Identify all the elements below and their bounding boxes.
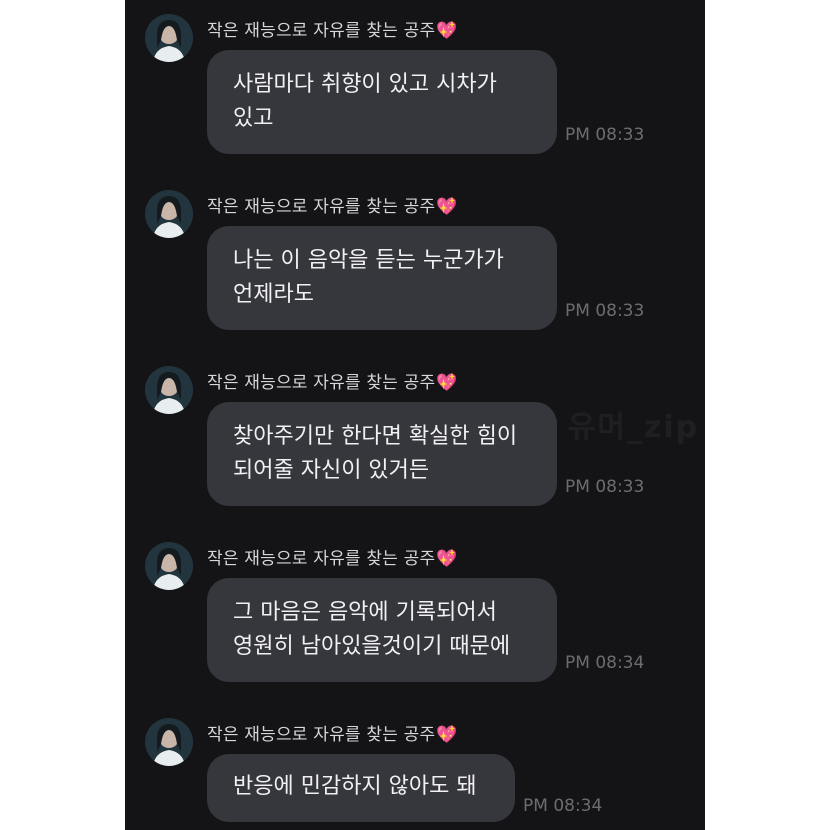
message-bubble[interactable]: 찾아주기만 한다면 확실한 힘이 되어줄 자신이 있거든 <box>207 402 557 506</box>
avatar[interactable] <box>145 190 193 238</box>
sender-name: 작은 재능으로 자유를 찾는 공주💖 <box>207 725 458 745</box>
sender-name: 작은 재능으로 자유를 찾는 공주💖 <box>207 549 458 569</box>
avatar[interactable] <box>145 366 193 414</box>
chat-view: 유머_zip 유머_zip 유머_zip 유머_zip 작은 재능으로 자유를 … <box>125 0 705 830</box>
sparkling-heart-icon: 💖 <box>436 21 458 41</box>
timestamp: PM 08:34 <box>523 796 603 816</box>
sparkling-heart-icon: 💖 <box>436 373 458 393</box>
timestamp: PM 08:33 <box>565 125 645 145</box>
sender-name: 작은 재능으로 자유를 찾는 공주💖 <box>207 373 458 393</box>
message-bubble[interactable]: 사람마다 취향이 있고 시차가 있고 <box>207 50 557 154</box>
sender-name: 작은 재능으로 자유를 찾는 공주💖 <box>207 197 458 217</box>
avatar[interactable] <box>145 14 193 62</box>
message-bubble[interactable]: 그 마음은 음악에 기록되어서 영원히 남아있을것이기 때문에 <box>207 578 557 682</box>
timestamp: PM 08:33 <box>565 301 645 321</box>
avatar[interactable] <box>145 542 193 590</box>
timestamp: PM 08:34 <box>565 653 645 673</box>
message-bubble[interactable]: 나는 이 음악을 듣는 누군가가 언제라도 <box>207 226 557 330</box>
message-bubble[interactable]: 반응에 민감하지 않아도 돼 <box>207 754 515 822</box>
avatar[interactable] <box>145 718 193 766</box>
sparkling-heart-icon: 💖 <box>436 549 458 569</box>
sparkling-heart-icon: 💖 <box>436 725 458 745</box>
sender-name: 작은 재능으로 자유를 찾는 공주💖 <box>207 21 458 41</box>
timestamp: PM 08:33 <box>565 477 645 497</box>
sparkling-heart-icon: 💖 <box>436 197 458 217</box>
